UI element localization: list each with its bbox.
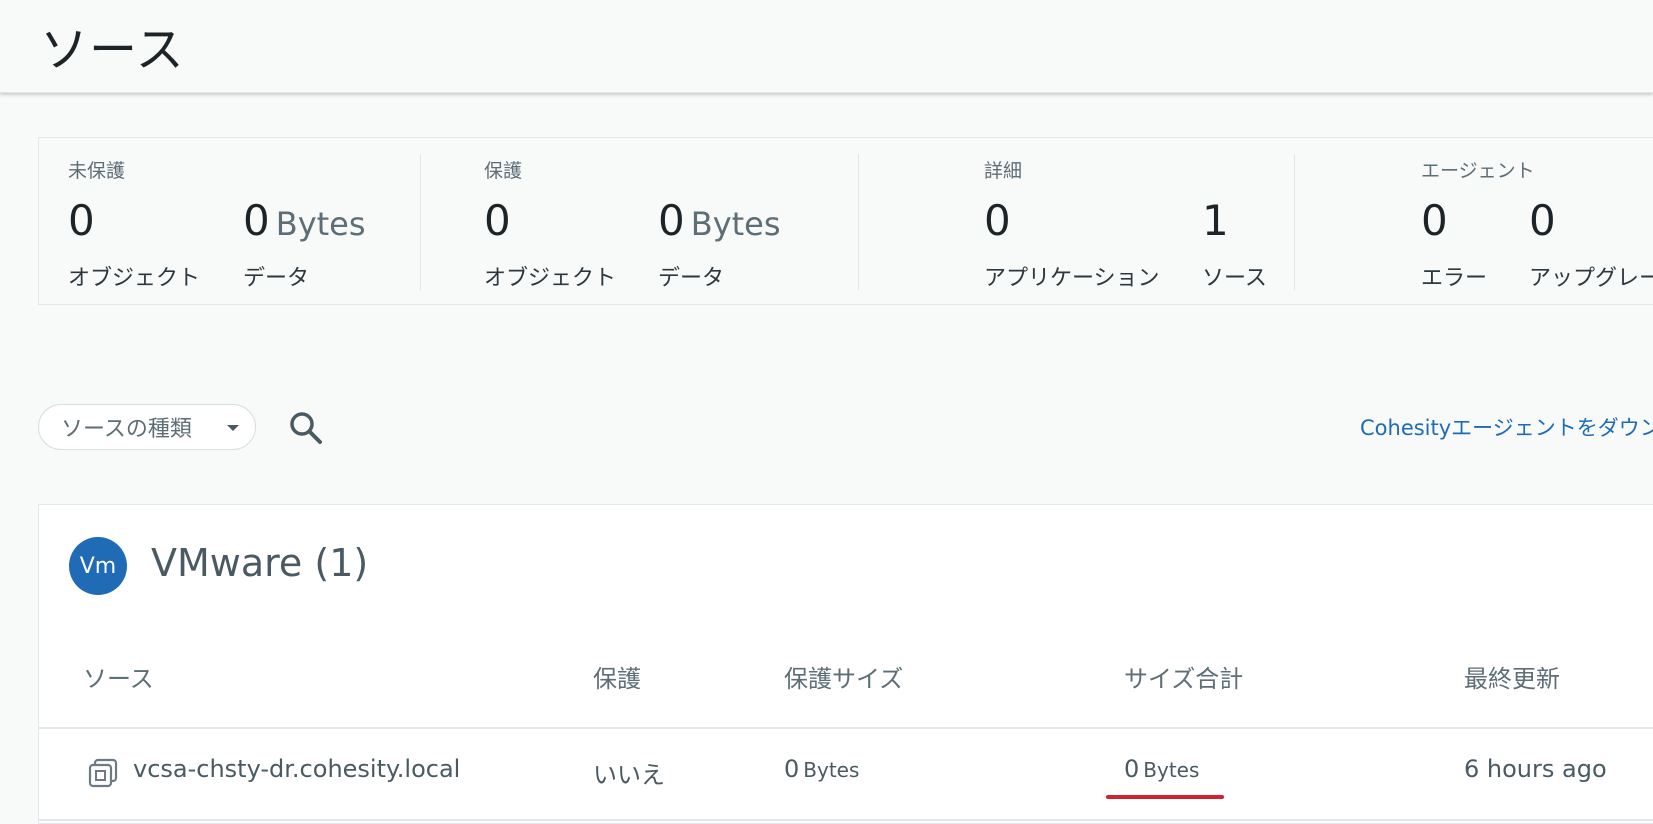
stat-value-data: 0 Bytes	[658, 200, 781, 242]
stat-caption-sources: ソース	[1202, 266, 1267, 291]
avatar: Vm	[69, 537, 127, 595]
stat-value-applications: 0	[984, 196, 1011, 245]
stat-data-number: 0	[243, 196, 270, 245]
page-header: ソース	[0, 0, 1653, 93]
stat-group-label: 未保護	[68, 160, 126, 182]
stat-group-agents: エージェント 0 エラー 0 アップグレード可	[1333, 138, 1653, 306]
divider	[1294, 154, 1295, 290]
source-name-link[interactable]: vcsa-chsty-dr.cohesity.local	[133, 755, 460, 783]
search-icon[interactable]	[286, 408, 326, 448]
column-header-protected[interactable]: 保護	[593, 659, 641, 694]
total-size-unit: Bytes	[1143, 758, 1200, 782]
page-title: ソース	[40, 22, 185, 78]
column-header-source[interactable]: ソース	[83, 659, 154, 694]
stat-value-upgradable: 0	[1529, 196, 1556, 245]
stat-group-label: 詳細	[984, 160, 1023, 182]
table-row[interactable]: vcsa-chsty-dr.cohesity.local いいえ 0 Bytes …	[39, 729, 1653, 821]
last-updated: 6 hours ago	[1464, 755, 1607, 783]
section-title: VMware (1)	[151, 541, 369, 585]
stat-value-objects: 0	[484, 196, 511, 245]
stat-data-number: 0	[658, 196, 685, 245]
protected-status: いいえ	[593, 761, 665, 789]
stat-group-protected: 保護 0 オブジェクト 0 Bytes データ	[459, 138, 879, 306]
avatar-text: Vm	[79, 553, 117, 579]
protected-size-unit: Bytes	[803, 758, 860, 782]
stat-value-objects: 0	[68, 196, 95, 245]
stat-caption-errors: エラー	[1421, 266, 1488, 291]
total-size: 0 Bytes	[1124, 755, 1199, 783]
stat-group-label: エージェント	[1421, 160, 1535, 182]
stat-group-details: 詳細 0 アプリケーション 1 ソース	[897, 138, 1317, 306]
divider	[420, 154, 421, 290]
stat-value-sources: 1	[1202, 196, 1229, 245]
stats-summary-card: 未保護 0 オブジェクト 0 Bytes データ 保護 0 オブジェクト 0 Byt…	[38, 137, 1653, 305]
total-size-value: 0	[1124, 755, 1140, 783]
divider	[858, 154, 859, 290]
protected-size: 0 Bytes	[784, 755, 859, 783]
stat-group-label: 保護	[484, 160, 523, 182]
download-agent-link[interactable]: Cohesityエージェントをダウン	[1360, 412, 1653, 442]
stat-caption-objects: オブジェクト	[484, 266, 617, 291]
column-header-protected-size[interactable]: 保護サイズ	[784, 659, 903, 694]
stat-value-errors: 0	[1421, 196, 1448, 245]
vmware-source-card: Vm VMware (1) ソース 保護 保護サイズ サイズ合計 最終更新 vc…	[38, 504, 1653, 824]
stat-caption-applications: アプリケーション	[984, 266, 1160, 291]
stat-group-unprotected: 未保護 0 オブジェクト 0 Bytes データ	[39, 138, 459, 306]
column-header-last-updated[interactable]: 最終更新	[1464, 659, 1560, 694]
stat-caption-upgradable: アップグレード可	[1529, 266, 1653, 291]
stat-data-unit: Bytes	[275, 205, 366, 243]
vm-icon	[87, 757, 119, 789]
source-type-dropdown-label: ソースの種類	[61, 417, 192, 442]
stat-data-unit: Bytes	[690, 205, 781, 243]
stat-value-data: 0 Bytes	[243, 200, 366, 242]
protected-size-value: 0	[784, 755, 800, 783]
chevron-down-icon	[227, 425, 239, 431]
column-header-total-size[interactable]: サイズ合計	[1124, 659, 1243, 694]
table-header: ソース 保護 保護サイズ サイズ合計 最終更新	[39, 645, 1653, 729]
source-type-dropdown[interactable]: ソースの種類	[38, 404, 256, 450]
stat-caption-data: データ	[243, 266, 310, 291]
stat-caption-data: データ	[658, 266, 725, 291]
stat-caption-objects: オブジェクト	[68, 266, 201, 291]
highlight-underline	[1106, 795, 1224, 799]
